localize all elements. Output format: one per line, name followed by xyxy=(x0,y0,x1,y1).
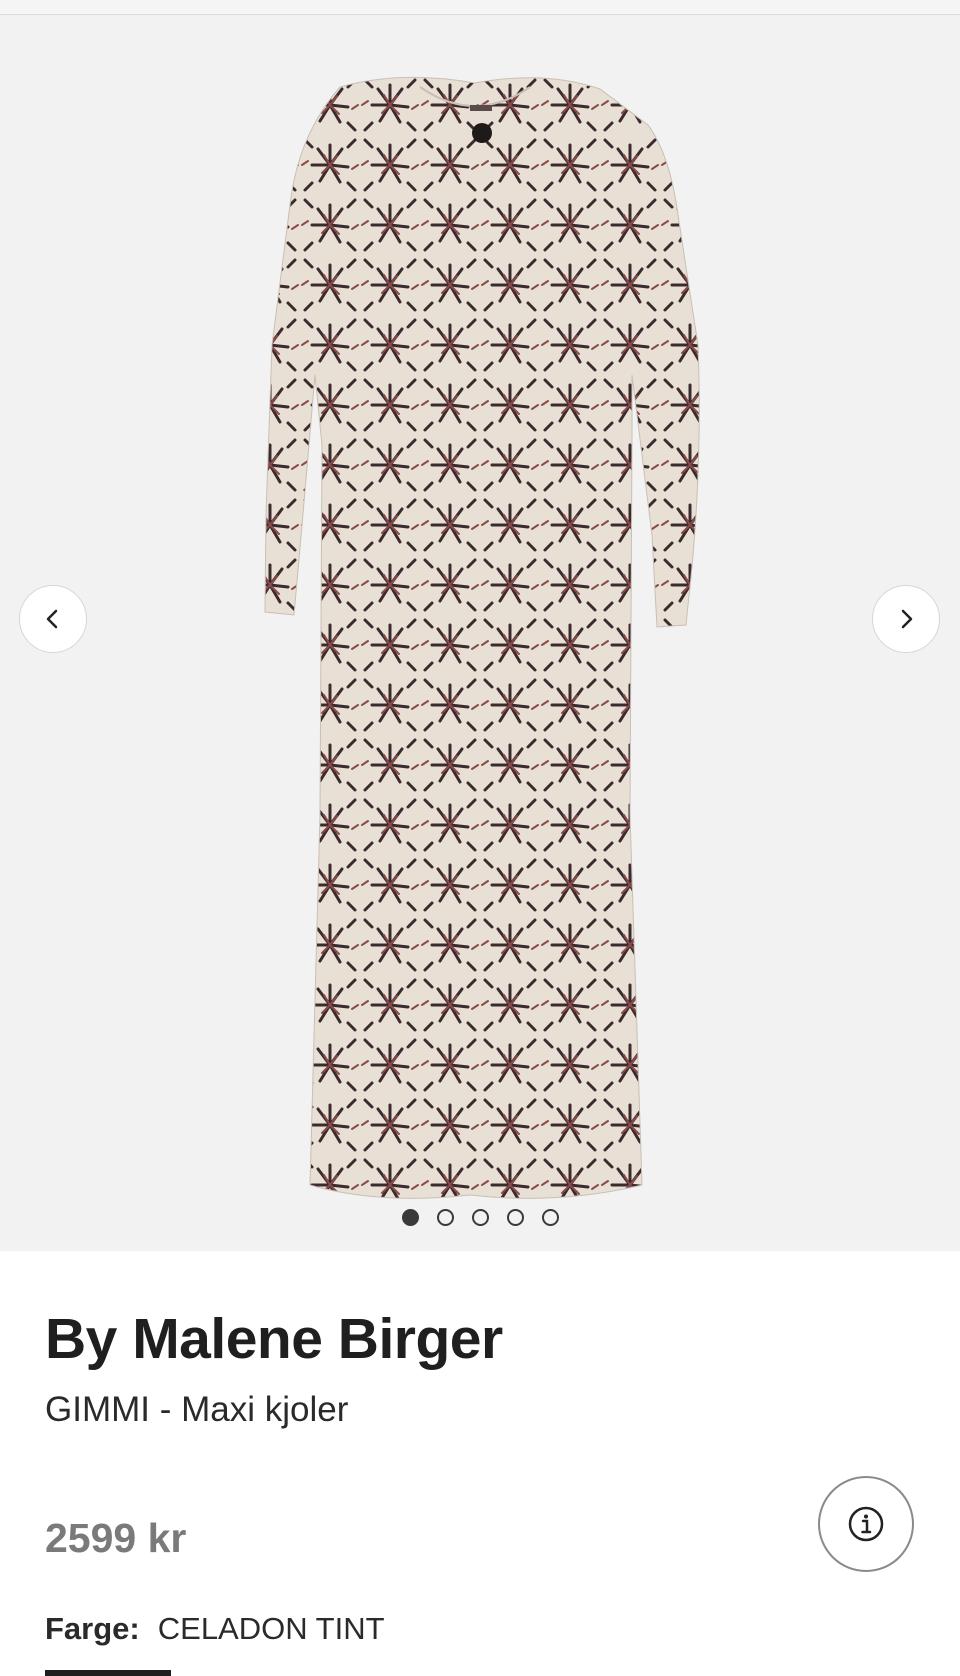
top-bar xyxy=(0,0,960,15)
color-label: Farge: xyxy=(45,1611,140,1646)
gallery-dot-3[interactable] xyxy=(471,1209,489,1226)
info-button[interactable] xyxy=(818,1476,914,1572)
product-image xyxy=(264,76,700,1199)
next-image-button[interactable] xyxy=(872,585,940,653)
gallery-dot-4[interactable] xyxy=(506,1209,524,1226)
gallery-pagination xyxy=(0,1209,960,1226)
chevron-left-icon xyxy=(46,609,58,629)
gallery-dot-1[interactable] xyxy=(401,1209,419,1226)
active-color-indicator xyxy=(45,1670,171,1676)
color-selector: Farge: CELADON TINT xyxy=(45,1611,385,1647)
gallery-dot-2[interactable] xyxy=(436,1209,454,1226)
product-gallery[interactable] xyxy=(0,15,960,1251)
color-value: CELADON TINT xyxy=(157,1611,385,1646)
info-icon xyxy=(848,1506,884,1542)
chevron-right-icon xyxy=(901,609,913,629)
product-price: 2599 kr xyxy=(45,1515,187,1561)
gallery-dot-5[interactable] xyxy=(541,1209,559,1226)
brand-name[interactable]: By Malene Birger xyxy=(45,1308,503,1371)
previous-image-button[interactable] xyxy=(19,585,87,653)
product-name: GIMMI - Maxi kjoler xyxy=(45,1390,349,1429)
